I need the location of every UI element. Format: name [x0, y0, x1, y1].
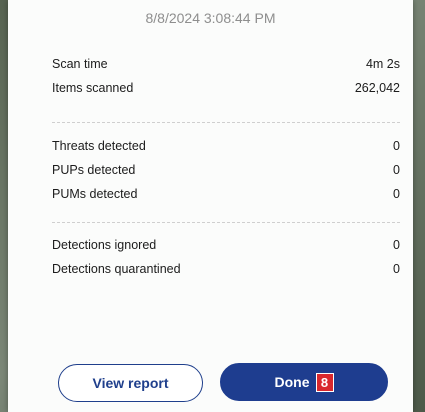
scan-timestamp: 8/8/2024 3:08:44 PM [145, 10, 276, 26]
items-scanned-row: Items scanned 262,042 [52, 81, 400, 101]
scan-summary-panel: 8/8/2024 3:08:44 PM Scan time 4m 2s Item… [8, 0, 413, 412]
view-report-button[interactable]: View report [58, 364, 203, 402]
threats-detected-row: Threats detected 0 [52, 139, 400, 159]
detections-ignored-row: Detections ignored 0 [52, 238, 400, 258]
items-scanned-label: Items scanned [52, 81, 134, 95]
pups-detected-label: PUPs detected [52, 163, 136, 177]
section-divider [52, 122, 400, 123]
pums-detected-value: 0 [393, 187, 400, 201]
section-divider [52, 222, 400, 223]
done-count-badge: 8 [315, 372, 334, 392]
threats-detected-label: Threats detected [52, 139, 146, 153]
view-report-label: View report [92, 375, 169, 391]
threats-detected-value: 0 [393, 139, 400, 153]
pups-detected-row: PUPs detected 0 [52, 163, 400, 183]
detections-quarantined-value: 0 [393, 262, 400, 276]
pums-detected-row: PUMs detected 0 [52, 187, 400, 207]
detections-quarantined-row: Detections quarantined 0 [52, 262, 400, 282]
detections-ignored-value: 0 [393, 238, 400, 252]
pups-detected-value: 0 [393, 163, 400, 177]
scan-time-row: Scan time 4m 2s [52, 57, 400, 77]
items-scanned-value: 262,042 [354, 81, 400, 95]
detections-ignored-label: Detections ignored [52, 238, 157, 252]
scan-time-label: Scan time [52, 57, 108, 71]
scan-time-value: 4m 2s [365, 57, 400, 71]
done-button[interactable]: Done 8 [220, 363, 388, 401]
done-label: Done [274, 374, 310, 390]
pums-detected-label: PUMs detected [52, 187, 138, 201]
detections-quarantined-label: Detections quarantined [52, 262, 181, 276]
